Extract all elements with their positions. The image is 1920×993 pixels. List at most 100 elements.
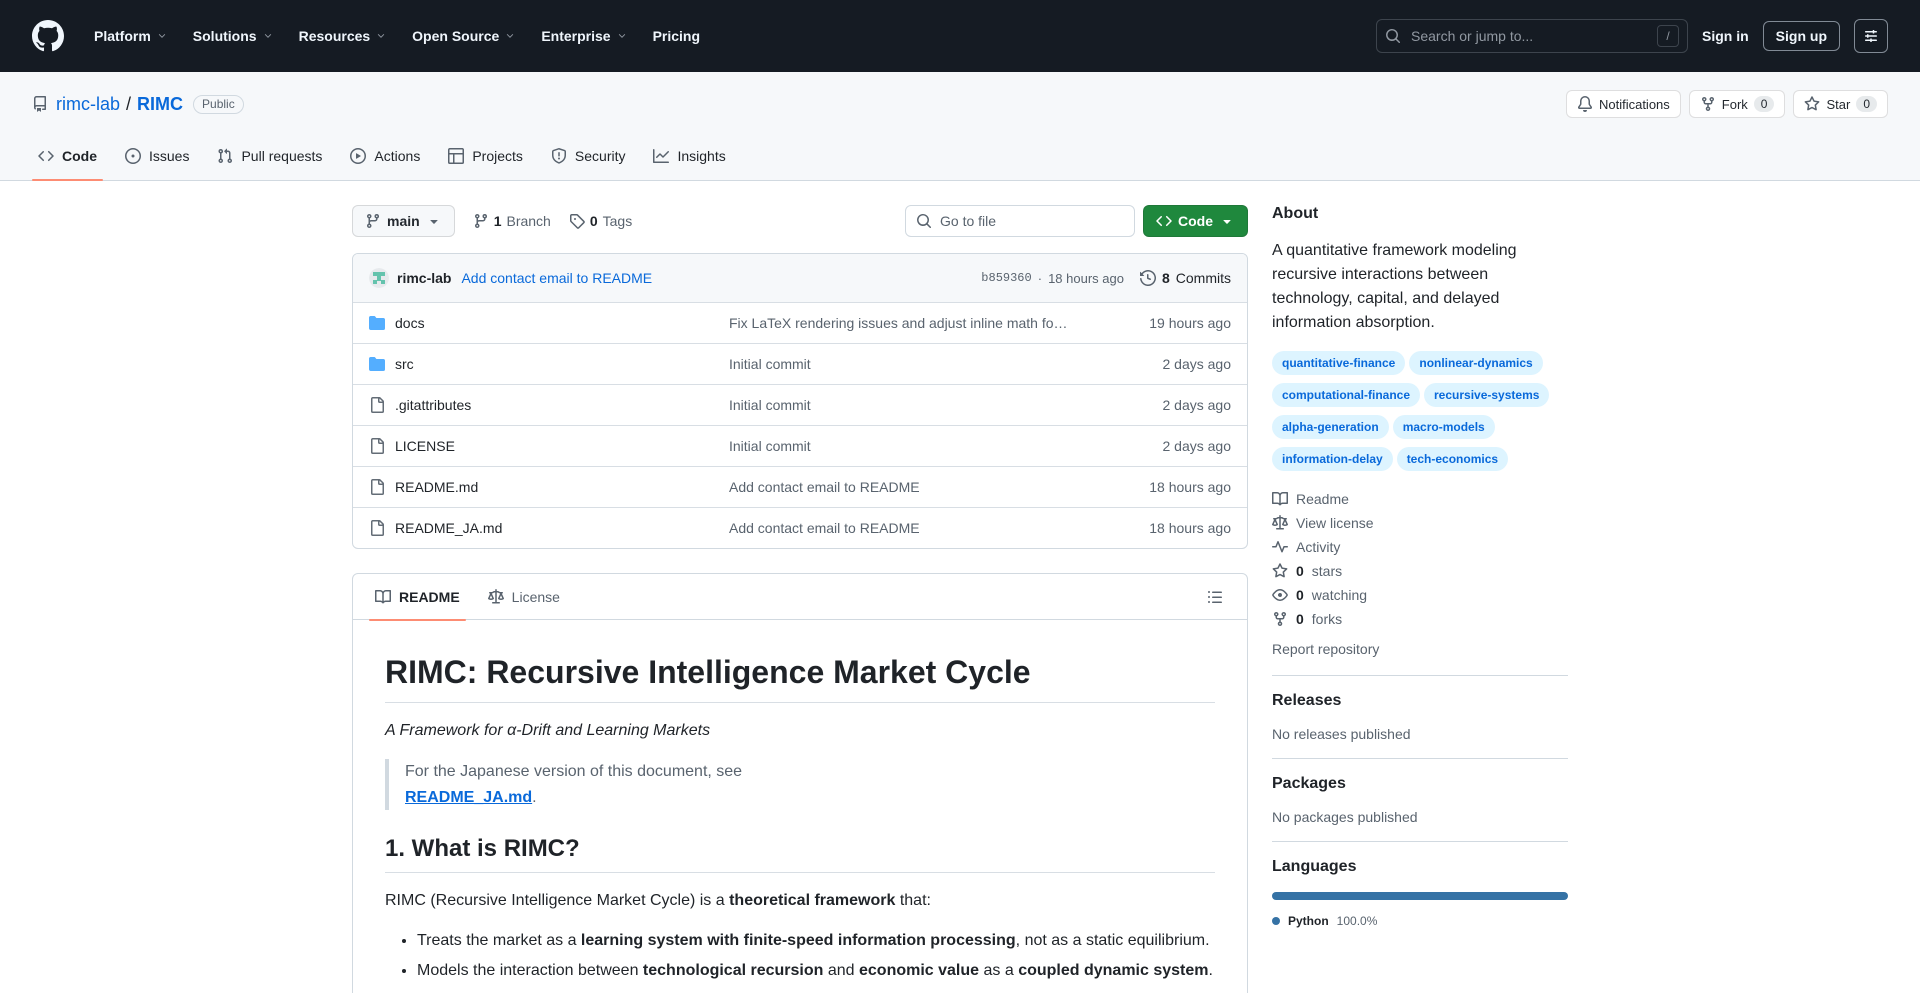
star-button[interactable]: Star 0	[1793, 90, 1888, 118]
issue-icon	[125, 148, 141, 164]
repo-main-column: main 1 Branch 0 Tags Code	[352, 205, 1248, 993]
file-icon	[369, 397, 385, 413]
nav-item-pricing[interactable]: Pricing	[643, 20, 710, 52]
site-header: Platform Solutions Resources Open Source…	[0, 0, 1920, 72]
appearance-settings-button[interactable]	[1854, 19, 1888, 53]
file-commit-message-link[interactable]: Initial commit	[729, 438, 1071, 454]
sign-in-link[interactable]: Sign in	[1702, 28, 1749, 44]
nav-label: Open Source	[412, 28, 499, 44]
nav-item-solutions[interactable]: Solutions	[183, 20, 283, 52]
file-name-link[interactable]: README_JA.md	[395, 520, 502, 536]
file-commit-message-link[interactable]: Add contact email to README	[729, 479, 1071, 495]
tag-count-label: Tags	[603, 213, 633, 229]
forks-meta-link[interactable]: 0forks	[1272, 607, 1568, 631]
tab-readme[interactable]: README	[361, 574, 474, 620]
file-commit-time: 18 hours ago	[1071, 479, 1231, 495]
tab-insights[interactable]: Insights	[639, 132, 739, 180]
file-commit-time: 2 days ago	[1071, 397, 1231, 413]
commit-count-label: Commits	[1176, 270, 1231, 286]
nav-item-platform[interactable]: Platform	[84, 20, 177, 52]
latest-commit-row: rimc-lab Add contact email to README b85…	[353, 254, 1247, 302]
topic-tag[interactable]: quantitative-finance	[1272, 351, 1405, 375]
repo-header: rimc-lab / RIMC Public Notifications For…	[0, 72, 1920, 181]
readme-meta-link[interactable]: Readme	[1272, 487, 1568, 511]
topic-tag[interactable]: recursive-systems	[1424, 383, 1549, 407]
nav-item-open-source[interactable]: Open Source	[402, 20, 525, 52]
file-icon	[369, 479, 385, 495]
stars-meta-link[interactable]: 0stars	[1272, 559, 1568, 583]
activity-meta-link[interactable]: Activity	[1272, 535, 1568, 559]
readme-panel: README License RIMC: Recursive Intellige…	[352, 573, 1248, 993]
topic-tag[interactable]: information-delay	[1272, 447, 1393, 471]
outline-button[interactable]	[1199, 581, 1231, 613]
sign-up-button[interactable]: Sign up	[1763, 21, 1840, 51]
commit-history-link[interactable]: 8 Commits	[1140, 270, 1231, 286]
history-icon	[1140, 270, 1156, 286]
nav-item-resources[interactable]: Resources	[289, 20, 397, 52]
tab-license[interactable]: License	[474, 574, 574, 620]
file-name-link[interactable]: .gitattributes	[395, 397, 471, 413]
file-commit-message-link[interactable]: Initial commit	[729, 397, 1071, 413]
branch-selector[interactable]: main	[352, 205, 455, 237]
go-to-file-input[interactable]	[938, 212, 1124, 230]
file-name-link[interactable]: README.md	[395, 479, 478, 495]
fork-icon	[1700, 96, 1716, 112]
file-commit-time: 19 hours ago	[1071, 315, 1231, 331]
tab-issues[interactable]: Issues	[111, 132, 203, 180]
tab-pull-requests[interactable]: Pull requests	[203, 132, 336, 180]
file-name-link[interactable]: LICENSE	[395, 438, 455, 454]
license-meta-link[interactable]: View license	[1272, 511, 1568, 535]
avatar[interactable]	[369, 268, 389, 288]
github-logo[interactable]	[32, 20, 64, 52]
file-name-link[interactable]: src	[395, 356, 414, 372]
nav-item-enterprise[interactable]: Enterprise	[531, 20, 636, 52]
language-bar[interactable]	[1272, 892, 1568, 900]
watching-meta-link[interactable]: 0watching	[1272, 583, 1568, 607]
tab-label: Projects	[472, 148, 523, 164]
commit-hash-link[interactable]: b859360	[981, 271, 1031, 285]
repo-name-link[interactable]: RIMC	[137, 94, 183, 115]
commit-meta: b859360 · 18 hours ago 8 Commits	[981, 270, 1231, 286]
readme-subtitle: A Framework for α-Drift and Learning Mar…	[385, 719, 1215, 743]
code-download-button[interactable]: Code	[1143, 205, 1248, 237]
star-count: 0	[1856, 96, 1877, 112]
topic-tag[interactable]: macro-models	[1393, 415, 1495, 439]
tab-code[interactable]: Code	[24, 132, 111, 180]
file-name-link[interactable]: docs	[395, 315, 425, 331]
file-commit-message-link[interactable]: Add contact email to README	[729, 520, 1071, 536]
readme-title: RIMC: Recursive Intelligence Market Cycl…	[385, 652, 1215, 703]
report-repository-link[interactable]: Report repository	[1272, 641, 1379, 657]
header-search-input[interactable]	[1409, 27, 1649, 45]
file-commit-message-link[interactable]: Initial commit	[729, 356, 1071, 372]
go-to-file-box[interactable]	[905, 205, 1135, 237]
pull-request-icon	[217, 148, 233, 164]
header-search-box[interactable]: /	[1376, 19, 1688, 53]
tab-actions[interactable]: Actions	[336, 132, 434, 180]
bell-icon	[1577, 96, 1593, 112]
file-commit-message-link[interactable]: Fix LaTeX rendering issues and adjust in…	[729, 315, 1071, 331]
commit-author-link[interactable]: rimc-lab	[397, 270, 451, 286]
language-item[interactable]: Python 100.0%	[1272, 914, 1568, 928]
tab-security[interactable]: Security	[537, 132, 640, 180]
primary-nav: Platform Solutions Resources Open Source…	[84, 20, 710, 52]
tab-projects[interactable]: Projects	[434, 132, 537, 180]
topic-tag[interactable]: computational-finance	[1272, 383, 1420, 407]
folder-icon	[369, 356, 385, 372]
fork-icon	[1272, 611, 1288, 627]
chevron-down-icon	[617, 31, 627, 41]
tab-label: Code	[62, 148, 97, 164]
commit-message-link[interactable]: Add contact email to README	[461, 270, 652, 286]
triangle-down-icon	[426, 213, 442, 229]
tags-link[interactable]: 0 Tags	[569, 213, 632, 229]
topic-tag[interactable]: alpha-generation	[1272, 415, 1389, 439]
chevron-down-icon	[263, 31, 273, 41]
branches-link[interactable]: 1 Branch	[473, 213, 551, 229]
blockquote-line2[interactable]: README_JA.md.	[405, 789, 537, 806]
repo-owner-link[interactable]: rimc-lab	[56, 94, 120, 115]
topic-tag[interactable]: nonlinear-dynamics	[1409, 351, 1542, 375]
fork-button[interactable]: Fork 0	[1689, 90, 1786, 118]
notifications-button[interactable]: Notifications	[1566, 90, 1681, 118]
graph-icon	[653, 148, 669, 164]
visibility-badge: Public	[193, 95, 244, 114]
topic-tag[interactable]: tech-economics	[1397, 447, 1508, 471]
